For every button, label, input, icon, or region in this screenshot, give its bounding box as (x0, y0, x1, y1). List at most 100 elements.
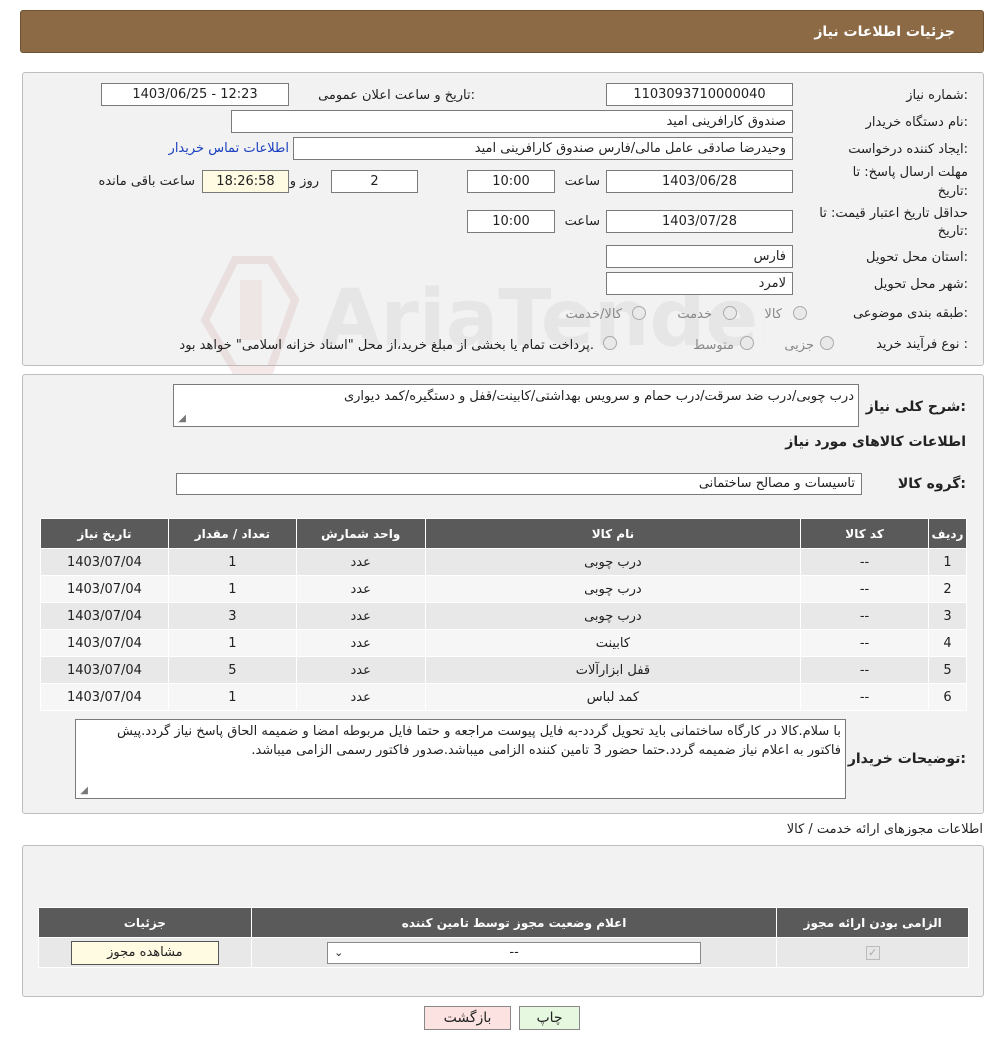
cell-view-license: مشاهده مجوز (38, 937, 252, 968)
cell-need-date: 1403/07/04 (40, 548, 169, 576)
resize-handle-icon[interactable]: ◢ (176, 414, 186, 424)
cell-item-name: درب چوبی (424, 548, 802, 576)
page-header: جزئیات اطلاعات نیاز (20, 10, 984, 53)
view-license-button[interactable]: مشاهده مجوز (70, 940, 219, 965)
deadline-label-1: مهلت ارسال پاسخ: تا (852, 165, 968, 180)
process-treasury-note: پرداخت تمام یا بخشی از مبلغ خرید،از محل … (179, 338, 594, 353)
process-type-label: نوع فرآیند خرید : (876, 337, 968, 352)
city-label: شهر محل تحویل: (873, 277, 968, 292)
category-radio-goods[interactable] (793, 306, 807, 320)
announce-datetime-label: تاریخ و ساعت اعلان عمومی: (318, 88, 475, 103)
process-checkbox-treasury[interactable] (603, 336, 617, 350)
cell-item-name: کمد لباس (424, 683, 802, 711)
validity-time-field: 10:00 (467, 210, 555, 233)
cell-quantity: 1 (167, 683, 297, 711)
cell-row-number: 3 (927, 602, 968, 630)
col-unit: واحد شمارش (295, 518, 426, 549)
licenses-section-title: اطلاعات مجوزهای ارائه خدمت / کالا (786, 822, 983, 837)
page-title: جزئیات اطلاعات نیاز (814, 24, 955, 40)
cell-item-code: -- (800, 629, 929, 657)
table-row: 1403/07/04 3 عدد درب چوبی -- 3 (40, 602, 968, 630)
goods-table: تاریخ نیاز تعداد / مقدار واحد شمارش نام … (40, 518, 968, 711)
col-item-name: نام کالا (424, 518, 802, 549)
table-row: 1403/07/04 1 عدد درب چوبی -- 2 (40, 575, 968, 603)
table-row: 1403/07/04 1 عدد درب چوبی -- 1 (40, 548, 968, 576)
cell-quantity: 3 (167, 602, 297, 630)
cell-need-date: 1403/07/04 (40, 602, 169, 630)
days-field: 2 (331, 170, 418, 193)
province-field: فارس (606, 245, 793, 268)
cell-quantity: 1 (167, 575, 297, 603)
remaining-time-label: ساعت باقی مانده (98, 174, 195, 189)
cell-item-code: -- (800, 683, 929, 711)
goods-info-title: اطلاعات کالاهای مورد نیاز (785, 434, 966, 450)
deadline-time-field: 10:00 (467, 170, 555, 193)
category-radio-service[interactable] (723, 306, 737, 320)
table-row: 1403/07/04 1 عدد کابینت -- 4 (40, 629, 968, 657)
province-label: استان محل تحویل: (866, 250, 968, 265)
description-label: شرح کلی نیاز: (865, 399, 966, 415)
cell-item-name: درب چوبی (424, 575, 802, 603)
need-number-label: شماره نیاز: (906, 88, 968, 103)
col-quantity: تعداد / مقدار (167, 518, 297, 549)
cell-row-number: 2 (927, 575, 968, 603)
cell-unit: عدد (295, 629, 426, 657)
creator-field: وحیدرضا صادقی عامل مالی/فارس صندوق کاراف… (293, 137, 793, 160)
buyer-notes-text: با سلام.کالا در کارگاه ساختمانی باید تحو… (117, 724, 841, 758)
col-row: ردیف (927, 518, 968, 549)
col-item-code: کد کالا (800, 518, 929, 549)
process-option-medium: متوسط (693, 338, 734, 353)
validity-time-label: ساعت (564, 214, 600, 229)
deadline-label-2: تاریخ: (937, 184, 968, 199)
deadline-date-field: 1403/06/28 (606, 170, 793, 193)
licenses-table: جزئیات اعلام وضعیت مجوز توسط تامین کننده… (38, 907, 969, 968)
cell-item-name: درب چوبی (424, 602, 802, 630)
cell-need-date: 1403/07/04 (40, 656, 169, 684)
validity-date-field: 1403/07/28 (606, 210, 793, 233)
validity-label-2: تاریخ: (937, 224, 968, 239)
cell-license-status: -- ⌄ (250, 937, 778, 968)
cell-item-code: -- (800, 602, 929, 630)
col-details: جزئیات (38, 907, 252, 938)
cell-unit: عدد (295, 602, 426, 630)
buyer-contact-link[interactable]: اطلاعات تماس خریدار (169, 141, 289, 156)
cell-license-required: ✓ (776, 937, 969, 968)
cell-need-date: 1403/07/04 (40, 575, 169, 603)
license-required-checkbox[interactable]: ✓ (865, 945, 880, 960)
cell-need-date: 1403/07/04 (40, 629, 169, 657)
license-status-select[interactable]: -- ⌄ (327, 941, 702, 964)
creator-label: ایجاد کننده درخواست: (848, 142, 968, 157)
process-option-minor: جزیی (784, 338, 814, 353)
category-option-goods: کالا (764, 307, 782, 322)
need-number-field: 1103093710000040 (606, 83, 793, 106)
print-button[interactable]: چاپ (519, 1006, 580, 1030)
resize-handle-icon[interactable]: ◢ (78, 786, 88, 796)
table-row: مشاهده مجوز -- ⌄ ✓ (38, 937, 969, 968)
city-field: لامرد (606, 272, 793, 295)
col-license-required: الزامی بودن ارائه مجوز (776, 907, 969, 938)
cell-item-code: -- (800, 548, 929, 576)
goods-table-header: تاریخ نیاز تعداد / مقدار واحد شمارش نام … (40, 518, 968, 549)
category-option-service: خدمت (677, 307, 712, 322)
cell-item-name: قفل ابزارآلات (424, 656, 802, 684)
days-label: روز و (289, 174, 319, 189)
cell-need-date: 1403/07/04 (40, 683, 169, 711)
category-radio-goods-service[interactable] (632, 306, 646, 320)
process-radio-medium[interactable] (740, 336, 754, 350)
announce-datetime-field: 1403/06/25 - 12:23 (101, 83, 289, 106)
validity-label-1: حداقل تاریخ اعتبار قیمت: تا (819, 206, 968, 221)
cell-item-code: -- (800, 575, 929, 603)
description-textarea[interactable]: درب چوبی/درب ضد سرقت/درب حمام و سرویس به… (173, 384, 859, 427)
category-label: طبقه بندی موضوعی: (852, 306, 968, 321)
back-button[interactable]: بازگشت (424, 1006, 511, 1030)
process-radio-minor[interactable] (820, 336, 834, 350)
deadline-time-label: ساعت (564, 174, 600, 189)
cell-unit: عدد (295, 683, 426, 711)
cell-quantity: 5 (167, 656, 297, 684)
remaining-time-field: 18:26:58 (202, 170, 289, 193)
licenses-table-header: جزئیات اعلام وضعیت مجوز توسط تامین کننده… (38, 907, 969, 938)
buyer-org-label: نام دستگاه خریدار: (865, 115, 968, 130)
goods-group-field: تاسیسات و مصالح ساختمانی (176, 473, 862, 495)
buyer-notes-textarea[interactable]: با سلام.کالا در کارگاه ساختمانی باید تحو… (75, 719, 846, 799)
cell-unit: عدد (295, 656, 426, 684)
